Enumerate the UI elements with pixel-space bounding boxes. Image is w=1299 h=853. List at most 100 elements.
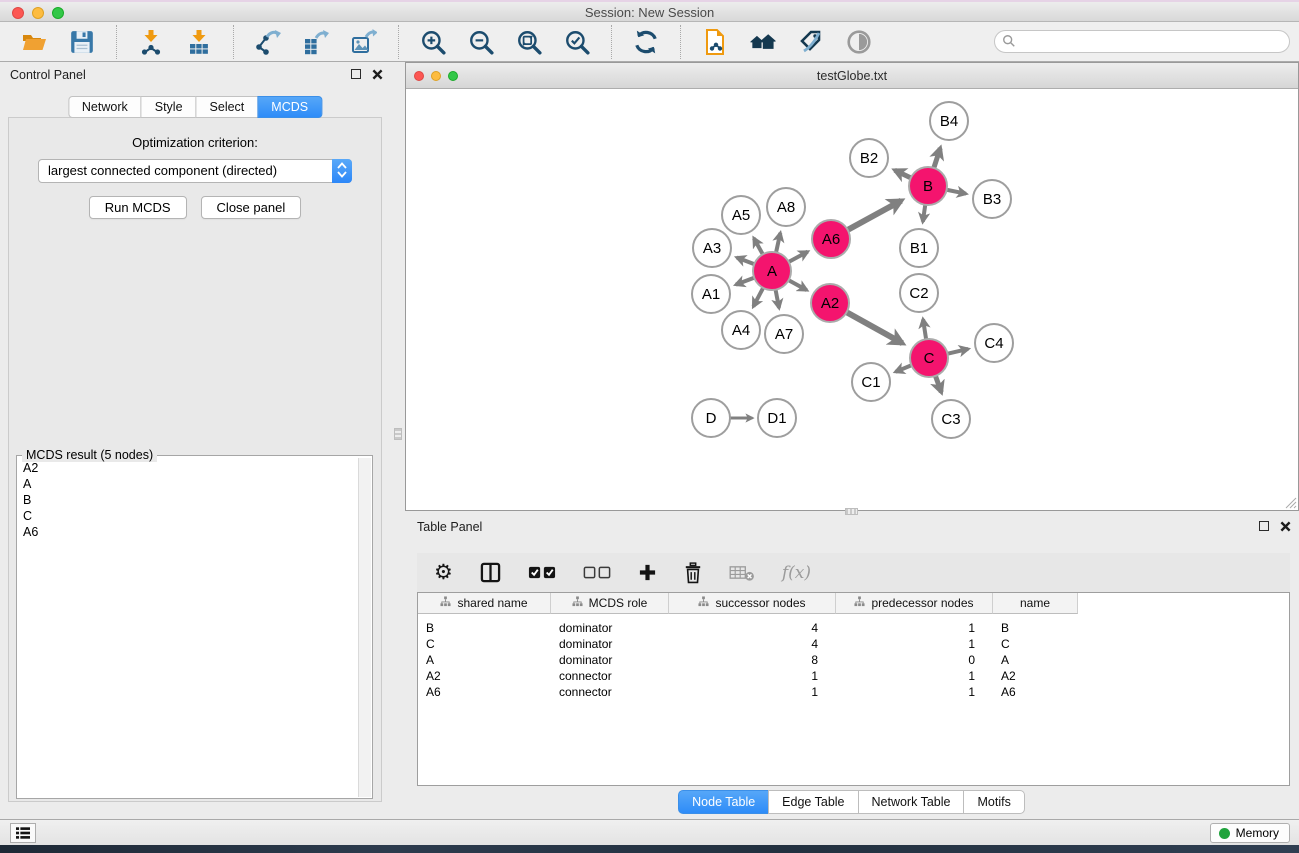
edge-B-B4[interactable] <box>933 148 940 170</box>
column-header-predecessor-nodes[interactable]: predecessor nodes <box>836 593 993 614</box>
close-panel-icon[interactable] <box>371 68 383 80</box>
result-scrollbar[interactable] <box>358 458 371 797</box>
edge-B-B3[interactable] <box>945 189 966 193</box>
result-item[interactable]: C <box>23 508 353 524</box>
edge-A-A3[interactable] <box>737 258 756 265</box>
hide-labels-icon[interactable] <box>797 28 825 56</box>
network-canvas[interactable]: AA1A2A3A4A5A6A7A8BB1B2B3B4CC1C2C3C4DD1 <box>406 89 1298 510</box>
float-table-panel-icon[interactable] <box>1259 521 1269 531</box>
edge-A-A7[interactable] <box>775 288 779 308</box>
table-row[interactable]: Cdominator41C <box>418 636 1289 652</box>
result-item[interactable]: A2 <box>23 460 353 476</box>
vertical-splitter-grip[interactable] <box>394 428 402 440</box>
edge-C-C2[interactable] <box>923 319 926 341</box>
zoom-selected-icon[interactable] <box>563 28 591 56</box>
table-row[interactable]: A2connector11A2 <box>418 668 1289 684</box>
zoom-fit-icon[interactable] <box>515 28 543 56</box>
tab-node-table[interactable]: Node Table <box>678 790 769 814</box>
home-view-icon[interactable] <box>749 28 777 56</box>
edge-A2-C[interactable] <box>845 311 903 343</box>
table-cell[interactable]: connector <box>551 668 669 684</box>
column-view-icon[interactable] <box>480 560 501 586</box>
tab-motifs[interactable]: Motifs <box>963 790 1024 814</box>
run-mcds-button[interactable]: Run MCDS <box>89 196 187 219</box>
table-cell[interactable]: A <box>418 652 551 668</box>
table-cell[interactable]: C <box>993 636 1078 652</box>
table-cell[interactable]: A6 <box>418 684 551 700</box>
toggle-visibility-icon[interactable] <box>845 28 873 56</box>
edge-A-A6[interactable] <box>787 252 808 263</box>
table-cell[interactable]: 1 <box>836 668 993 684</box>
add-column-icon[interactable] <box>638 560 657 586</box>
import-network-icon[interactable] <box>137 28 165 56</box>
function-builder-icon[interactable]: f(x) <box>782 560 811 586</box>
result-item[interactable]: B <box>23 492 353 508</box>
edge-A-A5[interactable] <box>754 238 764 256</box>
table-row[interactable]: Adominator80A <box>418 652 1289 668</box>
table-settings-icon[interactable]: ⚙ <box>434 560 453 586</box>
tab-select[interactable]: Select <box>196 96 259 118</box>
edge-C-C4[interactable] <box>946 349 969 354</box>
column-header-MCDS-role[interactable]: MCDS role <box>551 593 669 614</box>
delete-column-icon[interactable] <box>684 560 702 586</box>
table-cell[interactable]: A6 <box>993 684 1078 700</box>
close-panel-button[interactable]: Close panel <box>201 196 302 219</box>
edge-A6-B[interactable] <box>846 201 901 231</box>
table-cell[interactable]: 1 <box>669 684 836 700</box>
column-header-shared-name[interactable]: shared name <box>418 593 551 614</box>
export-image-icon[interactable] <box>350 28 378 56</box>
refresh-view-icon[interactable] <box>632 28 660 56</box>
export-table-icon[interactable] <box>302 28 330 56</box>
table-cell[interactable]: 8 <box>669 652 836 668</box>
table-cell[interactable]: C <box>418 636 551 652</box>
table-cell[interactable]: 1 <box>836 620 993 636</box>
search-input[interactable] <box>994 30 1290 53</box>
table-cell[interactable]: B <box>418 620 551 636</box>
result-item[interactable]: A <box>23 476 353 492</box>
zoom-in-icon[interactable] <box>419 28 447 56</box>
tab-network[interactable]: Network <box>68 96 142 118</box>
column-header-successor-nodes[interactable]: successor nodes <box>669 593 836 614</box>
resize-corner[interactable] <box>1285 497 1297 509</box>
table-row[interactable]: Bdominator41B <box>418 620 1289 636</box>
edge-A-A2[interactable] <box>787 279 807 290</box>
table-cell[interactable]: 4 <box>669 636 836 652</box>
table-cell[interactable]: 1 <box>836 684 993 700</box>
tab-mcds[interactable]: MCDS <box>257 96 322 118</box>
edge-A-A1[interactable] <box>736 277 756 285</box>
tab-style[interactable]: Style <box>141 96 197 118</box>
delete-table-icon[interactable] <box>729 560 755 586</box>
table-cell[interactable]: 4 <box>669 620 836 636</box>
table-cell[interactable]: A <box>993 652 1078 668</box>
horizontal-splitter-grip[interactable] <box>845 508 858 515</box>
edge-A-A8[interactable] <box>776 233 781 254</box>
edge-A-A4[interactable] <box>753 286 764 306</box>
result-item[interactable]: A6 <box>23 524 353 540</box>
table-cell[interactable]: 0 <box>836 652 993 668</box>
table-row[interactable]: A6connector11A6 <box>418 684 1289 700</box>
task-history-button[interactable] <box>10 823 36 843</box>
float-panel-icon[interactable] <box>351 69 361 79</box>
select-all-columns-icon[interactable] <box>528 560 556 586</box>
table-cell[interactable]: A2 <box>418 668 551 684</box>
memory-button[interactable]: Memory <box>1210 823 1290 843</box>
tab-network-table[interactable]: Network Table <box>858 790 965 814</box>
table-cell[interactable]: A2 <box>993 668 1078 684</box>
zoom-out-icon[interactable] <box>467 28 495 56</box>
save-session-icon[interactable] <box>68 28 96 56</box>
table-cell[interactable]: connector <box>551 684 669 700</box>
close-table-panel-icon[interactable] <box>1279 520 1291 532</box>
table-cell[interactable]: B <box>993 620 1078 636</box>
export-network-icon[interactable] <box>254 28 282 56</box>
table-cell[interactable]: 1 <box>669 668 836 684</box>
table-cell[interactable]: dominator <box>551 620 669 636</box>
import-table-icon[interactable] <box>185 28 213 56</box>
unselect-all-columns-icon[interactable] <box>583 560 611 586</box>
tab-edge-table[interactable]: Edge Table <box>768 790 858 814</box>
table-cell[interactable]: dominator <box>551 636 669 652</box>
open-session-icon[interactable] <box>20 28 48 56</box>
table-cell[interactable]: 1 <box>836 636 993 652</box>
new-network-from-selection-icon[interactable] <box>701 28 729 56</box>
column-header-name[interactable]: name <box>993 593 1078 614</box>
table-cell[interactable]: dominator <box>551 652 669 668</box>
